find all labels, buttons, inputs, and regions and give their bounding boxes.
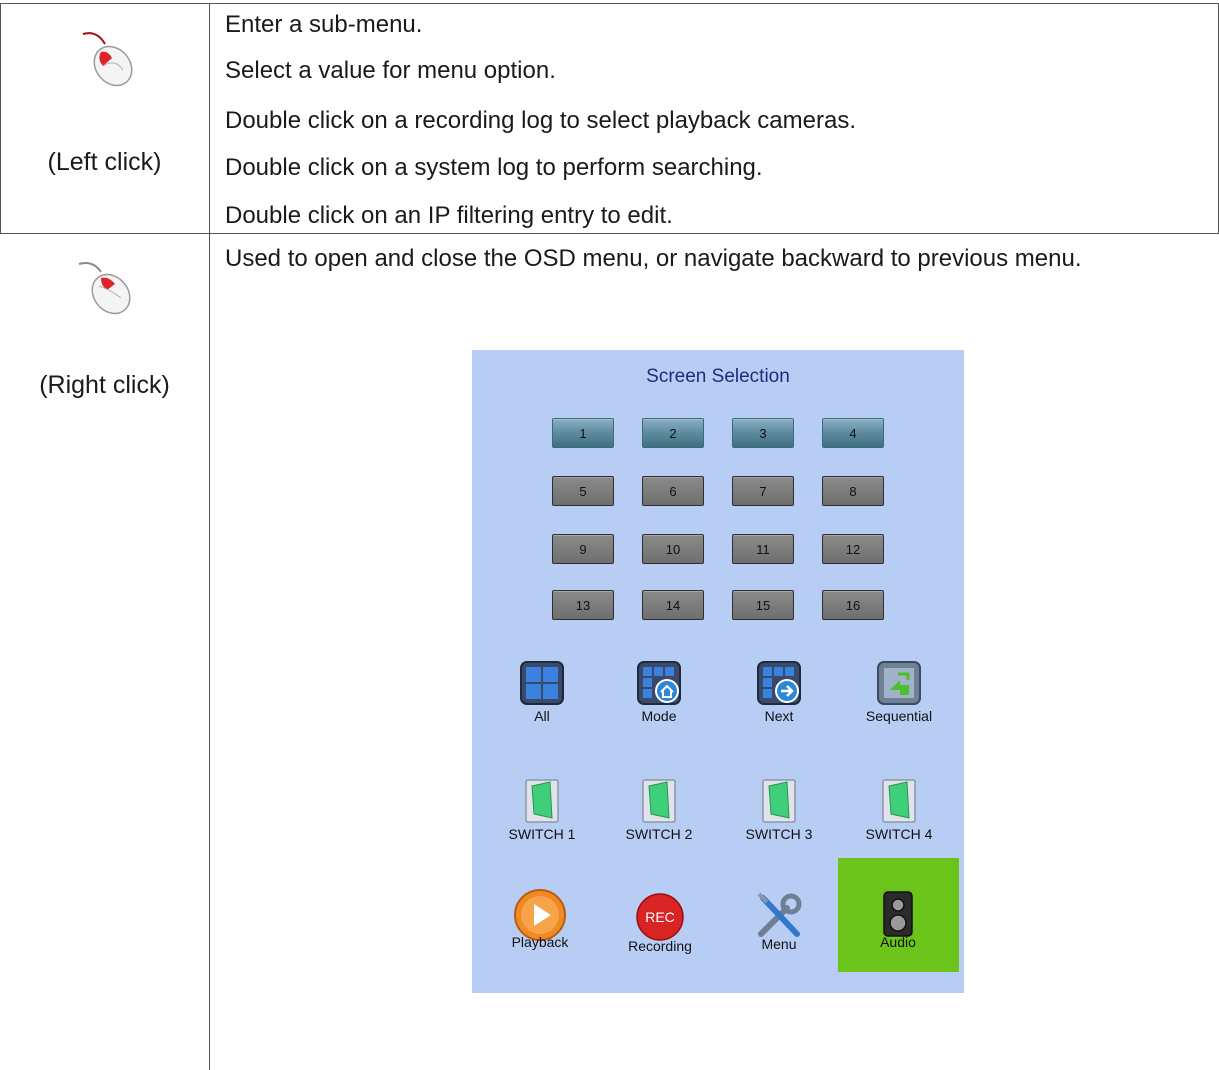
left-click-line-5: Double click on an IP filtering entry to…: [225, 202, 673, 229]
left-click-line-2: Select a value for menu option.: [225, 57, 556, 84]
channel-button-9[interactable]: 9: [552, 534, 614, 564]
table-column-divider: [209, 3, 210, 1070]
channel-button-1[interactable]: 1: [552, 418, 614, 448]
sequential-icon: [877, 661, 921, 705]
menu-label: Menu: [761, 936, 797, 952]
channel-button-4[interactable]: 4: [822, 418, 884, 448]
tools-icon: [757, 892, 802, 937]
audio-button[interactable]: Audio: [848, 890, 948, 950]
speaker-icon: [883, 891, 913, 937]
next-grid-icon: [757, 661, 801, 705]
switch-icon: [642, 779, 676, 823]
all-button[interactable]: All: [492, 660, 592, 724]
right-click-description: Used to open and close the OSD menu, or …: [225, 245, 1082, 272]
rec-icon: REC: [636, 893, 684, 941]
channel-button-2[interactable]: 2: [642, 418, 704, 448]
left-click-cell: (Left click): [0, 28, 209, 177]
next-button[interactable]: Next: [729, 660, 829, 724]
table-top-border: [0, 3, 1219, 4]
switch-4-label: SWITCH 4: [865, 826, 933, 842]
mode-label: Mode: [641, 708, 677, 724]
playback-button[interactable]: Playback: [490, 888, 590, 950]
rec-badge-text: REC: [645, 909, 675, 925]
mode-button[interactable]: Mode: [609, 660, 709, 724]
audio-label: Audio: [880, 934, 916, 950]
all-grid-icon: [520, 661, 564, 705]
mouse-left-click-icon: [82, 32, 133, 87]
screen-selection-title: Screen Selection: [646, 366, 790, 387]
switch-2-button[interactable]: SWITCH 2: [609, 778, 709, 842]
switch-icon: [882, 779, 916, 823]
recording-button[interactable]: REC Recording: [610, 892, 710, 954]
channel-button-7[interactable]: 7: [732, 476, 794, 506]
mode-grid-icon: [637, 661, 681, 705]
menu-button[interactable]: Menu: [729, 890, 829, 952]
switch-3-label: SWITCH 3: [745, 826, 813, 842]
channel-button-10[interactable]: 10: [642, 534, 704, 564]
channel-button-11[interactable]: 11: [732, 534, 794, 564]
channel-button-15[interactable]: 15: [732, 590, 794, 620]
sequential-label: Sequential: [865, 708, 933, 724]
sequential-button[interactable]: Sequential: [849, 660, 949, 724]
switch-2-label: SWITCH 2: [625, 826, 693, 842]
table-row-divider: [0, 233, 1219, 234]
recording-label: Recording: [628, 938, 692, 954]
channel-button-3[interactable]: 3: [732, 418, 794, 448]
left-click-line-3: Double click on a recording log to selec…: [225, 107, 856, 134]
channel-button-12[interactable]: 12: [822, 534, 884, 564]
right-click-cell: (Right click): [0, 256, 209, 400]
playback-label: Playback: [511, 934, 569, 950]
switch-icon: [525, 779, 559, 823]
left-click-label: (Left click): [47, 148, 162, 176]
all-label: All: [534, 708, 550, 724]
channel-button-16[interactable]: 16: [822, 590, 884, 620]
left-click-line-1: Enter a sub-menu.: [225, 11, 423, 38]
right-click-label: (Right click): [39, 371, 170, 399]
switch-1-label: SWITCH 1: [508, 826, 576, 842]
switch-4-button[interactable]: SWITCH 4: [849, 778, 949, 842]
channel-button-8[interactable]: 8: [822, 476, 884, 506]
channel-button-14[interactable]: 14: [642, 590, 704, 620]
mouse-right-click-icon: [78, 262, 131, 315]
switch-3-button[interactable]: SWITCH 3: [729, 778, 829, 842]
switch-1-button[interactable]: SWITCH 1: [492, 778, 592, 842]
switch-icon: [762, 779, 796, 823]
channel-button-6[interactable]: 6: [642, 476, 704, 506]
channel-button-13[interactable]: 13: [552, 590, 614, 620]
next-label: Next: [764, 708, 794, 724]
left-click-line-4: Double click on a system log to perform …: [225, 154, 763, 181]
channel-button-5[interactable]: 5: [552, 476, 614, 506]
